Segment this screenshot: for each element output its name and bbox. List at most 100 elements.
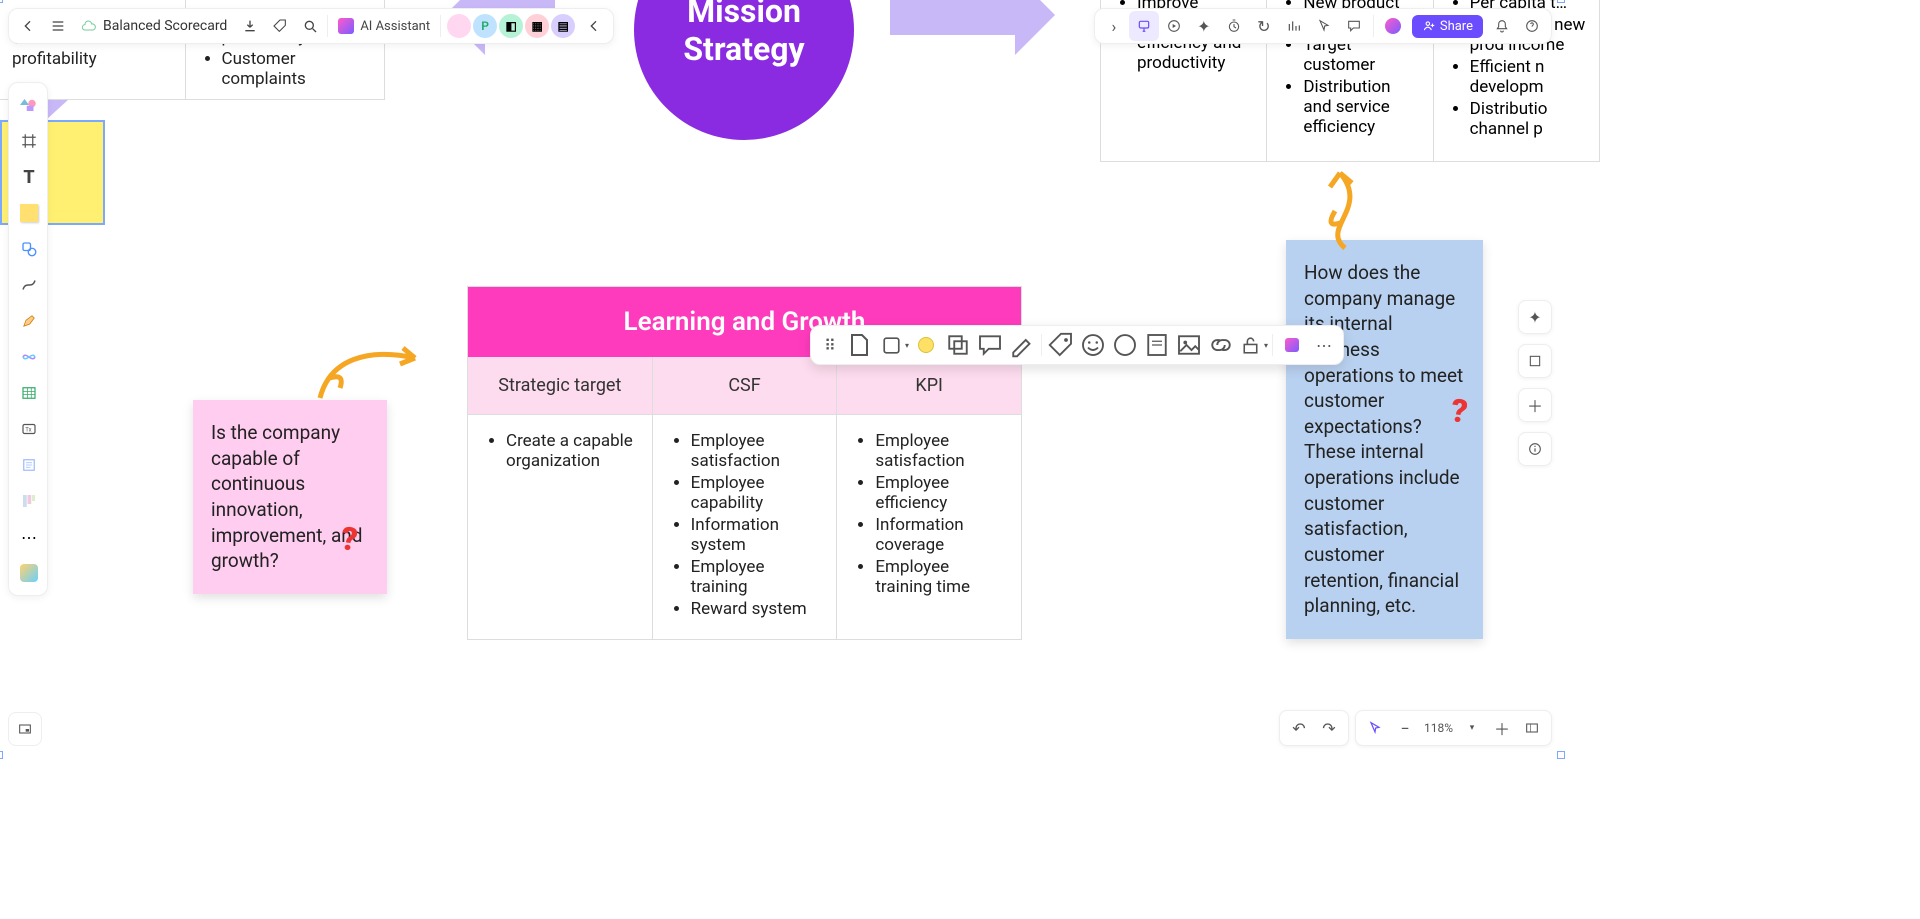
tag-button[interactable] [1046,330,1076,360]
comments-button[interactable] [1339,11,1369,41]
top-toolbar-left: Balanced Scorecard AI Assistant P ◧ ▦ ▤ [8,8,614,44]
menu-button[interactable] [43,11,73,41]
history-button[interactable]: ↻ [1249,11,1279,41]
selection-handle[interactable] [0,0,3,3]
chart-button[interactable] [1279,11,1309,41]
frame-tool[interactable] [13,125,45,157]
link-button[interactable] [1206,330,1236,360]
fill-color-button[interactable] [911,330,941,360]
list-item: Customer retention [22,0,175,5]
kanban-tool[interactable] [13,485,45,517]
layers-button[interactable] [1518,344,1552,378]
more-tools[interactable]: ⋯ [13,521,45,553]
lock-button[interactable]: ▾ [1238,330,1268,360]
drag-handle-icon[interactable]: ⠿ [815,330,845,360]
selection-toolbar: ⠿ ▾ ▾ ⋯ [810,325,1344,365]
timer-button[interactable] [1219,11,1249,41]
note-button[interactable] [1142,330,1172,360]
app-icon[interactable] [1378,11,1408,41]
undo-button[interactable]: ↶ [1286,715,1312,741]
sticky-note-pink[interactable]: Is the company capable of continuous inn… [193,400,387,594]
selection-handle[interactable] [1557,0,1565,3]
avatar[interactable]: ▤ [551,14,575,38]
list-item: Employee training time [875,557,1005,597]
task-button[interactable] [1110,330,1140,360]
list-item: Reward system [691,599,821,619]
duplicate-button[interactable] [943,330,973,360]
list-item: Distribution and service efficiency [1303,77,1420,137]
list-item: Distributio channel p [1470,99,1587,139]
lg-col2-hdr: CSF [653,357,838,414]
cloud-icon [81,18,97,34]
search-button[interactable] [295,11,325,41]
highlighter-button[interactable] [1007,330,1037,360]
info-button[interactable] [1518,432,1552,466]
fit-button[interactable] [1519,715,1545,741]
expand-button[interactable]: › [1099,11,1129,41]
document-title[interactable]: Balanced Scorecard [73,18,235,34]
shape-style-button[interactable]: ▾ [879,330,909,360]
zoom-level[interactable]: 118% [1422,721,1455,735]
zoom-in-button[interactable]: ＋ [1489,715,1515,741]
title-text: Balanced Scorecard [103,18,227,34]
notifications-button[interactable] [1487,11,1517,41]
select-tool[interactable] [1362,715,1388,741]
card-tool[interactable]: Tx [13,413,45,445]
emoji-button[interactable] [1078,330,1108,360]
mission-circle[interactable]: MissionStrategy [634,0,854,140]
list-item: Information system [691,515,821,555]
list-item: Employee satisfaction [691,431,821,471]
selection-handle[interactable] [0,751,3,759]
shape-tool[interactable] [13,233,45,265]
lg-col1-hdr: Strategic target [468,357,653,414]
minimap-button[interactable] [8,712,42,746]
mindmap-tool[interactable] [13,341,45,373]
list-item: Employee training [691,557,821,597]
list-tool[interactable] [13,449,45,481]
avatar[interactable]: P [473,14,497,38]
selection-handle[interactable] [1557,751,1565,759]
pointer-button[interactable] [1309,11,1339,41]
switch-shape-button[interactable] [847,330,877,360]
apps-tool[interactable] [13,557,45,589]
curly-arrow-icon [310,338,430,408]
play-button[interactable] [1159,11,1189,41]
ai-button[interactable] [1277,330,1307,360]
right-sidebar: ✦ ＋ [1518,300,1552,466]
shapes-tool[interactable] [13,89,45,121]
zoom-out-button[interactable]: − [1392,715,1418,741]
help-button[interactable] [1517,11,1547,41]
download-button[interactable] [235,11,265,41]
svg-text:Tx: Tx [25,426,31,433]
back-button[interactable] [13,11,43,41]
magic-button[interactable]: ✦ [1518,300,1552,334]
connector-tool[interactable] [13,269,45,301]
tag-button[interactable] [265,11,295,41]
present-toggle[interactable] [1129,11,1159,41]
share-button[interactable]: Share [1412,15,1483,38]
avatar[interactable] [447,14,471,38]
ai-icon [338,18,354,34]
zoom-dropdown[interactable]: ▾ [1459,715,1485,741]
list-item: Employee capability [691,473,821,513]
sparkle-button[interactable]: ✦ [1189,11,1219,41]
avatar[interactable]: ▦ [525,14,549,38]
add-button[interactable]: ＋ [1518,388,1552,422]
collaborators[interactable]: P ◧ ▦ ▤ [443,14,579,38]
list-item: Create a capable organization [506,431,636,471]
top-toolbar-right: › ✦ ↻ Share [1094,8,1552,44]
avatar[interactable]: ◧ [499,14,523,38]
ai-assistant-button[interactable]: AI Assistant [330,18,438,34]
mission-line1: Mission [687,0,801,30]
list-item: Employee satisfaction [875,431,1005,471]
comment-button[interactable] [975,330,1005,360]
table-tool[interactable] [13,377,45,409]
redo-button[interactable]: ↷ [1316,715,1342,741]
pen-tool[interactable] [13,305,45,337]
text-tool[interactable]: T [13,161,45,193]
collapse-button[interactable] [579,11,609,41]
more-button[interactable]: ⋯ [1309,330,1339,360]
sticky-note-blue[interactable]: How does the company manage its internal… [1286,240,1483,639]
image-button[interactable] [1174,330,1204,360]
sticky-tool[interactable] [13,197,45,229]
